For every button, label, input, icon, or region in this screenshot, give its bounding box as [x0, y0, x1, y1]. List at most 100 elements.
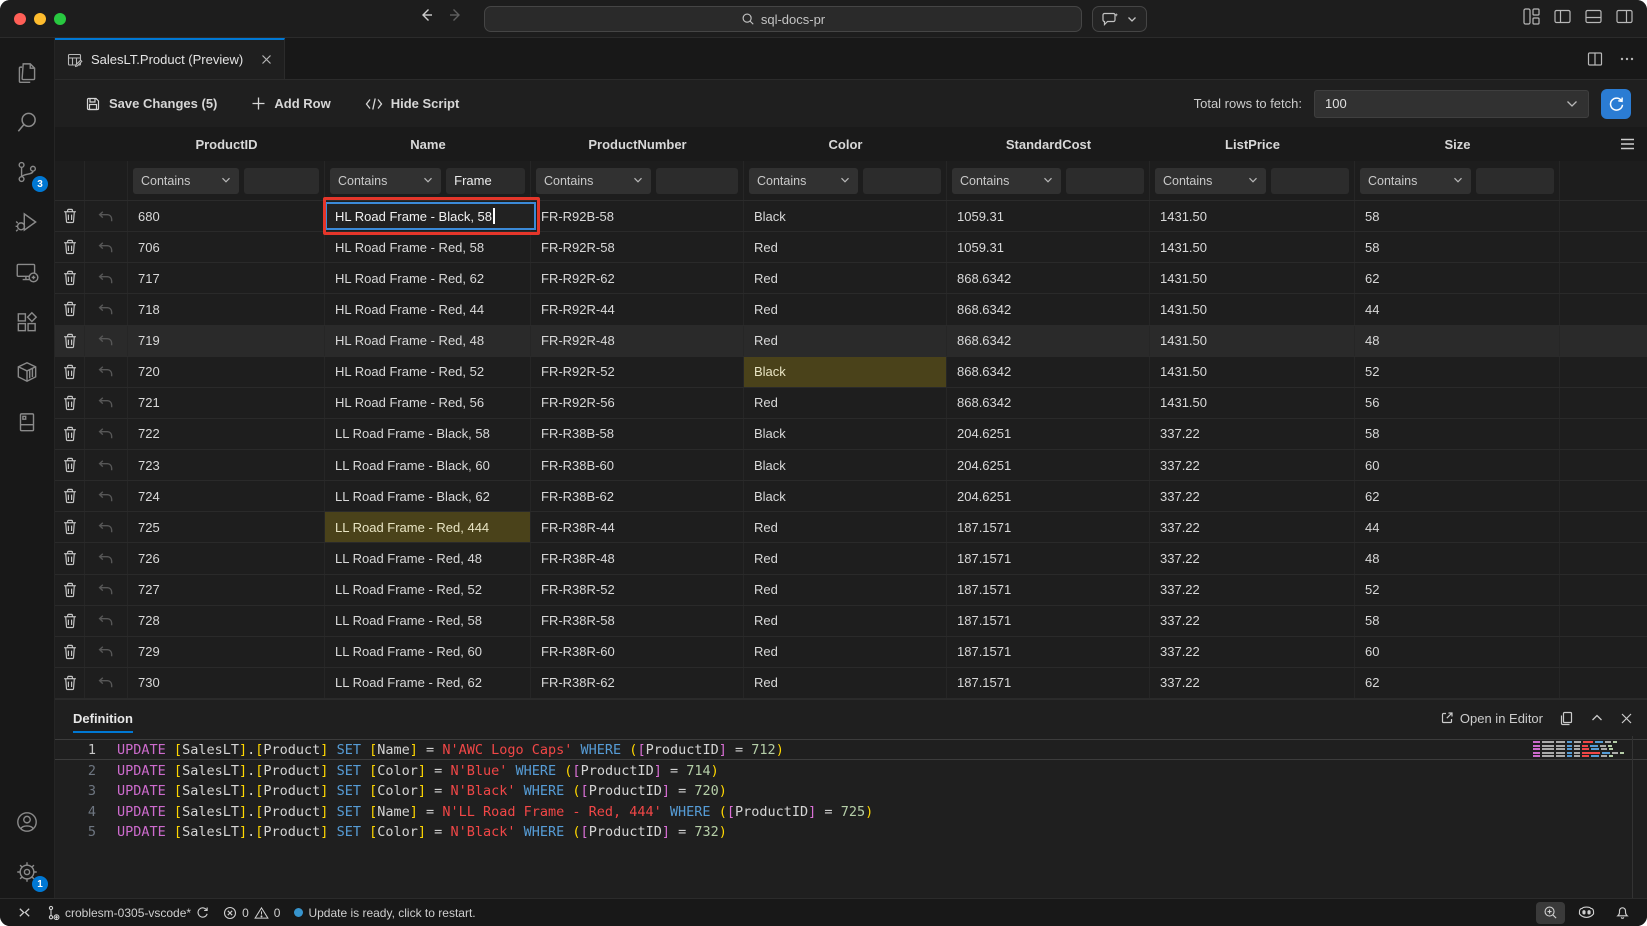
save-changes-button[interactable]: Save Changes (5) [85, 96, 217, 112]
column-header-standardcost[interactable]: StandardCost [947, 127, 1150, 161]
cell-productnumber[interactable]: FR-R38B-58 [531, 419, 744, 449]
table-row[interactable]: 726LL Road Frame - Red, 48FR-R38R-48Red1… [55, 543, 1647, 574]
revert-row-button[interactable] [85, 201, 128, 231]
sql-code-editor[interactable]: 1UPDATE [SalesLT].[Product] SET [Name] =… [55, 736, 1647, 898]
cell-standardcost[interactable]: 187.1571 [947, 575, 1150, 605]
cell-productnumber[interactable]: FR-R38B-62 [531, 481, 744, 511]
cell-productnumber[interactable]: FR-R38R-44 [531, 512, 744, 542]
filter-input-name[interactable]: Frame [446, 168, 525, 194]
cell-color[interactable]: Red [744, 637, 947, 667]
cell-name[interactable]: HL Road Frame - Red, 48 [325, 326, 531, 356]
cell-name[interactable]: HL Road Frame - Red, 52 [325, 357, 531, 387]
filter-operator-standardcost[interactable]: Contains [952, 168, 1061, 194]
revert-row-button[interactable] [85, 668, 128, 698]
filter-operator-color[interactable]: Contains [749, 168, 858, 194]
cell-standardcost[interactable]: 868.6342 [947, 294, 1150, 324]
run-debug-icon[interactable] [3, 198, 51, 246]
cell-productid[interactable]: 730 [128, 668, 325, 698]
column-header-size[interactable]: Size [1355, 127, 1560, 161]
cell-size[interactable]: 60 [1355, 637, 1560, 667]
revert-row-button[interactable] [85, 481, 128, 511]
cell-productnumber[interactable]: FR-R92R-44 [531, 294, 744, 324]
cell-name[interactable]: LL Road Frame - Black, 58 [325, 419, 531, 449]
command-center-search[interactable]: sql-docs-pr [484, 6, 1082, 32]
copilot-status-item[interactable] [1571, 902, 1602, 924]
cell-listprice[interactable]: 1431.50 [1150, 294, 1355, 324]
cell-productnumber[interactable]: FR-R92R-52 [531, 357, 744, 387]
revert-row-button[interactable] [85, 575, 128, 605]
delete-row-button[interactable] [55, 263, 85, 293]
delete-row-button[interactable] [55, 326, 85, 356]
delete-row-button[interactable] [55, 543, 85, 573]
cell-listprice[interactable]: 337.22 [1150, 575, 1355, 605]
toggle-primary-sidebar-icon[interactable] [1554, 8, 1571, 25]
table-row[interactable]: 706HL Road Frame - Red, 58FR-R92R-58Red1… [55, 232, 1647, 263]
cell-color[interactable]: Red [744, 543, 947, 573]
cell-productid[interactable]: 706 [128, 232, 325, 262]
cell-name[interactable]: HL Road Frame - Red, 56 [325, 388, 531, 418]
cell-color[interactable]: Black [744, 419, 947, 449]
cell-productid[interactable]: 724 [128, 481, 325, 511]
cell-color[interactable]: Red [744, 668, 947, 698]
search-view-icon[interactable] [3, 98, 51, 146]
cell-listprice[interactable]: 337.22 [1150, 606, 1355, 636]
table-row[interactable]: 720HL Road Frame - Red, 52FR-R92R-52Blac… [55, 357, 1647, 388]
cell-name[interactable]: LL Road Frame - Red, 62 [325, 668, 531, 698]
minimize-window-button[interactable] [34, 13, 46, 25]
cell-size[interactable]: 48 [1355, 543, 1560, 573]
branch-status-item[interactable]: croblesm-0305-vscode* [39, 902, 216, 924]
total-rows-input[interactable]: 100 [1314, 90, 1589, 118]
table-row[interactable]: 724LL Road Frame - Black, 62FR-R38B-62Bl… [55, 481, 1647, 512]
cell-standardcost[interactable]: 868.6342 [947, 357, 1150, 387]
copy-icon[interactable] [1559, 711, 1574, 726]
cell-productnumber[interactable]: FR-R38R-62 [531, 668, 744, 698]
cell-listprice[interactable]: 337.22 [1150, 419, 1355, 449]
cell-name-editing[interactable]: HL Road Frame - Black, 58 [325, 201, 531, 231]
filter-input-listprice[interactable] [1271, 168, 1349, 194]
source-control-icon[interactable]: 3 [3, 148, 51, 196]
delete-row-button[interactable] [55, 668, 85, 698]
cell-size[interactable]: 52 [1355, 575, 1560, 605]
cell-color[interactable]: Red [744, 388, 947, 418]
cell-name[interactable]: LL Road Frame - Red, 58 [325, 606, 531, 636]
cell-listprice[interactable]: 337.22 [1150, 637, 1355, 667]
minimap[interactable] [1533, 741, 1625, 757]
explorer-icon[interactable] [3, 48, 51, 96]
table-row[interactable]: 725LL Road Frame - Red, 444FR-R38R-44Red… [55, 512, 1647, 543]
cell-size[interactable]: 58 [1355, 419, 1560, 449]
cell-listprice[interactable]: 337.22 [1150, 512, 1355, 542]
toggle-panel-icon[interactable] [1585, 8, 1602, 25]
cell-size[interactable]: 58 [1355, 606, 1560, 636]
cell-standardcost[interactable]: 204.6251 [947, 419, 1150, 449]
database-projects-icon[interactable] [3, 398, 51, 446]
cell-size[interactable]: 60 [1355, 450, 1560, 480]
cell-standardcost[interactable]: 868.6342 [947, 326, 1150, 356]
notifications-item[interactable] [1608, 902, 1637, 924]
cell-productid[interactable]: 727 [128, 575, 325, 605]
cell-name[interactable]: LL Road Frame - Red, 60 [325, 637, 531, 667]
cell-editor-input[interactable]: HL Road Frame - Black, 58 [325, 202, 536, 230]
cell-standardcost[interactable]: 187.1571 [947, 543, 1150, 573]
column-header-color[interactable]: Color [744, 127, 947, 161]
column-header-productid[interactable]: ProductID [128, 127, 325, 161]
refresh-button[interactable] [1601, 89, 1631, 119]
delete-row-button[interactable] [55, 606, 85, 636]
cell-standardcost[interactable]: 1059.31 [947, 201, 1150, 231]
cell-productid[interactable]: 726 [128, 543, 325, 573]
revert-row-button[interactable] [85, 357, 128, 387]
cell-size[interactable]: 62 [1355, 263, 1560, 293]
table-row[interactable]: 718HL Road Frame - Red, 44FR-R92R-44Red8… [55, 294, 1647, 325]
filter-operator-productnumber[interactable]: Contains [536, 168, 651, 194]
column-header-productnumber[interactable]: ProductNumber [531, 127, 744, 161]
cell-color[interactable]: Black [744, 450, 947, 480]
cell-listprice[interactable]: 1431.50 [1150, 201, 1355, 231]
table-row[interactable]: 730LL Road Frame - Red, 62FR-R38R-62Red1… [55, 668, 1647, 699]
column-header-listprice[interactable]: ListPrice [1150, 127, 1355, 161]
cell-name[interactable]: LL Road Frame - Red, 48 [325, 543, 531, 573]
cell-color[interactable]: Red [744, 294, 947, 324]
cell-size[interactable]: 56 [1355, 388, 1560, 418]
cell-color[interactable]: Red [744, 232, 947, 262]
zoom-status-item[interactable] [1536, 902, 1565, 924]
cell-size[interactable]: 58 [1355, 232, 1560, 262]
delete-row-button[interactable] [55, 419, 85, 449]
